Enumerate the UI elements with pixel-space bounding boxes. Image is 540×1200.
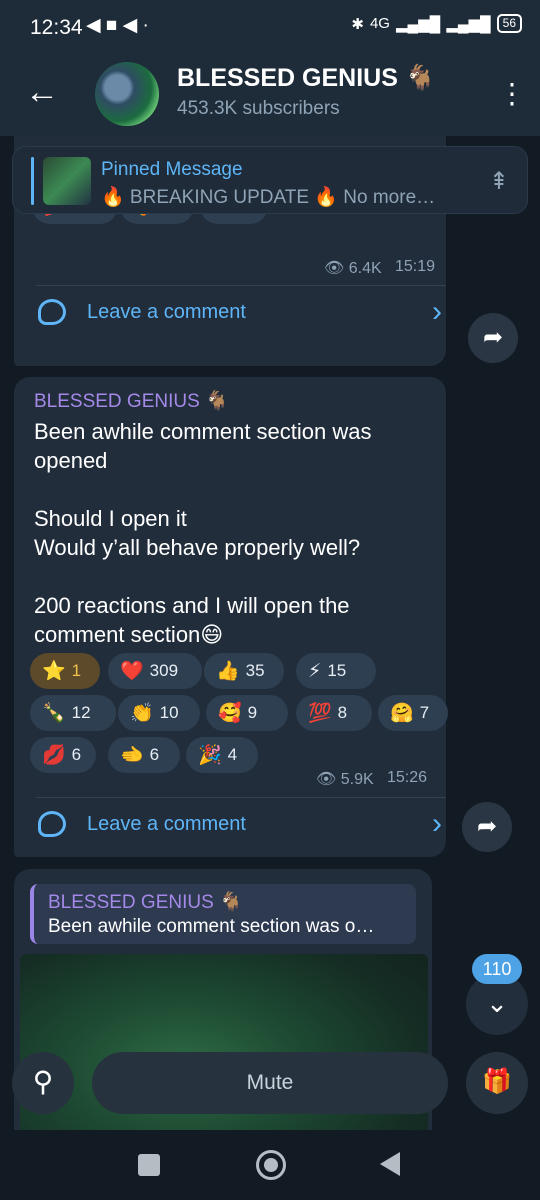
network-label: 4G <box>369 15 390 32</box>
channel-title[interactable]: BLESSED GENIUS 🐐 <box>177 64 436 93</box>
reaction-chip[interactable]: 🫲 6 <box>108 737 180 773</box>
reaction-chip[interactable]: ⚡ 15 <box>296 653 376 689</box>
post-author[interactable]: BLESSED GENIUS 🐐 <box>34 389 229 413</box>
post-text: Been awhile comment section was opened S… <box>34 419 372 647</box>
pinned-text: 🔥 BREAKING UPDATE 🔥 No more… <box>101 187 436 208</box>
reaction-chip[interactable]: ⭐ 1 <box>30 653 100 689</box>
reaction-chip[interactable]: 👏 10 <box>118 695 200 731</box>
status-time: 12:34 <box>30 16 83 39</box>
comment-bubble-icon <box>38 299 66 325</box>
bluetooth-icon: ✱ <box>351 15 364 33</box>
status-bar: 12:34 ◀ ■ ◀ · ✱ 4G ▂▄▆█ ▂▄▆█ 56 <box>0 0 540 58</box>
reaction-chip[interactable]: ❤️ 309 <box>108 653 202 689</box>
reaction-emoji: 🍾 <box>42 703 66 724</box>
reaction-count: 6 <box>149 745 160 764</box>
leave-comment-button[interactable]: Leave a comment › <box>36 807 446 847</box>
view-count: 👁 5.9K <box>316 771 374 788</box>
pinned-title: Pinned Message <box>101 159 243 180</box>
comment-label: Leave a comment <box>87 813 246 835</box>
reaction-chip[interactable]: 👍 35 <box>204 653 284 689</box>
reaction-emoji: 🥰 <box>218 703 242 724</box>
reaction-chip[interactable]: 💯 8 <box>296 695 372 731</box>
message-bubble-2: BLESSED GENIUS 🐐 Been awhile comment sec… <box>14 377 448 857</box>
more-menu-icon[interactable]: ⋮ <box>498 76 526 116</box>
message-time: 15:26 <box>387 769 428 786</box>
signal-icon: ▂▄▆█ <box>395 15 441 33</box>
chevron-right-icon: › <box>432 807 442 840</box>
pinned-message-bar[interactable]: Pinned Message 🔥 BREAKING UPDATE 🔥 No mo… <box>12 146 528 214</box>
reaction-chip[interactable]: 🤗 7 <box>378 695 448 731</box>
search-icon: ⚲ <box>32 1066 54 1097</box>
reaction-count: 10 <box>159 703 179 722</box>
mute-button[interactable]: Mute <box>92 1052 448 1114</box>
battery-icon: 56 <box>496 14 522 33</box>
reaction-count: 9 <box>247 703 258 722</box>
view-count: 👁 6.4K <box>324 260 382 277</box>
share-button[interactable]: ➦ <box>468 313 518 363</box>
reaction-chip[interactable]: 🍾 12 <box>30 695 116 731</box>
reaction-emoji: ❤️ <box>120 661 144 682</box>
eye-icon: 👁 <box>316 771 337 788</box>
chevron-down-icon: ⌄ <box>486 988 508 1018</box>
chat-area[interactable]: ⭐❤️188🙏30🔥24👍17💯14❤️‍🔥9⚡8 👁 6.4K 15:19 L… <box>0 136 540 1136</box>
status-right: ✱ 4G ▂▄▆█ ▂▄▆█ 56 <box>351 14 522 33</box>
reaction-count: 6 <box>71 745 82 764</box>
reaction-emoji: 👏 <box>130 703 154 724</box>
recents-icon[interactable] <box>138 1154 160 1176</box>
reaction-emoji: 💋 <box>42 745 66 766</box>
channel-header: ← BLESSED GENIUS 🐐 453.3K subscribers ⋮ <box>0 58 540 136</box>
reaction-emoji: 💯 <box>308 703 332 724</box>
back-arrow-icon[interactable]: ← <box>22 74 62 114</box>
pinned-thumbnail <box>43 157 91 205</box>
reaction-emoji: ⭐ <box>42 661 66 682</box>
signal-icon-2: ▂▄▆█ <box>446 15 491 33</box>
reaction-count: 4 <box>227 745 238 764</box>
reply-quote[interactable]: BLESSED GENIUS 🐐 Been awhile comment sec… <box>30 884 416 944</box>
reaction-count: 309 <box>149 661 179 680</box>
eye-icon: 👁 <box>324 260 345 277</box>
reaction-emoji: 🎉 <box>198 745 222 766</box>
reaction-count: 8 <box>337 703 348 722</box>
bottom-bar: ⚲ Mute 🎁 <box>0 1040 540 1130</box>
pin-list-icon[interactable]: ⇞ <box>489 167 509 196</box>
comment-bubble-icon <box>38 811 66 837</box>
reaction-emoji: 🫲 <box>120 745 144 766</box>
reaction-count: 7 <box>419 703 430 722</box>
reaction-count: 1 <box>71 661 82 680</box>
chevron-right-icon: › <box>432 295 442 328</box>
reaction-count: 35 <box>245 661 265 680</box>
subscriber-count: 453.3K subscribers <box>177 98 340 119</box>
unread-count-badge: 110 <box>472 954 522 984</box>
message-time: 15:19 <box>395 258 436 275</box>
system-nav-bar <box>0 1130 540 1200</box>
share-button[interactable]: ➦ <box>462 802 512 852</box>
search-button[interactable]: ⚲ <box>12 1052 74 1114</box>
divider <box>36 797 446 798</box>
reaction-emoji: 👍 <box>216 661 240 682</box>
divider <box>36 285 446 286</box>
reaction-chip[interactable]: 💋 6 <box>30 737 96 773</box>
notification-icons: ◀ ■ ◀ · <box>86 15 149 36</box>
reaction-chip[interactable]: 🎉 4 <box>186 737 258 773</box>
gift-icon: 🎁 <box>482 1068 512 1095</box>
reply-text: Been awhile comment section was o… <box>48 916 375 937</box>
reaction-count: 15 <box>327 661 347 680</box>
reaction-chip[interactable]: 🥰 9 <box>206 695 288 731</box>
channel-avatar[interactable] <box>95 62 159 126</box>
reaction-emoji: ⚡ <box>308 660 322 682</box>
pinned-accent-bar <box>31 157 34 205</box>
reply-author: BLESSED GENIUS 🐐 <box>48 892 243 913</box>
gift-button[interactable]: 🎁 <box>466 1052 528 1114</box>
leave-comment-button[interactable]: Leave a comment › <box>36 295 446 335</box>
comment-label: Leave a comment <box>87 301 246 323</box>
reaction-count: 12 <box>71 703 91 722</box>
reaction-emoji: 🤗 <box>390 703 414 724</box>
home-icon[interactable] <box>256 1150 286 1180</box>
back-icon[interactable] <box>380 1152 400 1176</box>
